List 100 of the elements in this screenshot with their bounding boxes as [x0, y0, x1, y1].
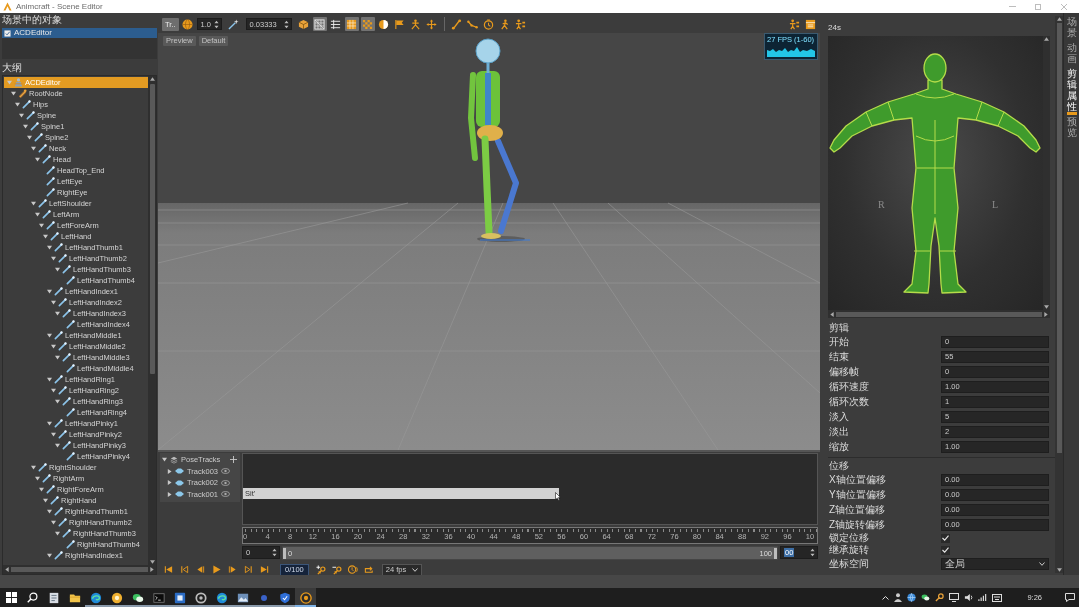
scene-object-item[interactable]: ACDEditor — [2, 28, 157, 38]
eye-icon[interactable] — [221, 491, 230, 498]
caret-icon[interactable] — [31, 465, 36, 470]
joint-button[interactable] — [408, 17, 423, 31]
caret-icon[interactable] — [43, 498, 48, 503]
caret-icon[interactable] — [27, 135, 32, 140]
caret-icon[interactable] — [47, 333, 52, 338]
caret-icon[interactable] — [47, 509, 52, 514]
taskbar-app[interactable] — [295, 588, 316, 607]
scrollbar-thumb[interactable] — [11, 567, 148, 572]
caret-icon[interactable] — [19, 113, 24, 118]
sphere-button[interactable] — [180, 17, 195, 31]
caret-icon[interactable] — [51, 388, 56, 393]
caret-icon[interactable] — [55, 267, 60, 272]
caret-icon[interactable] — [39, 223, 44, 228]
caret-icon[interactable] — [43, 234, 48, 239]
side-tab[interactable]: 场景 — [1066, 16, 1077, 38]
caret-icon[interactable] — [15, 102, 20, 107]
checker-button[interactable] — [360, 17, 375, 31]
caret-icon[interactable] — [39, 487, 44, 492]
cube-button[interactable] — [296, 17, 311, 31]
checkbox[interactable] — [941, 545, 950, 555]
keyboard-icon[interactable] — [992, 593, 1003, 602]
panel-button[interactable] — [803, 17, 817, 31]
notification-icon[interactable] — [1065, 593, 1075, 602]
timer-button[interactable] — [481, 17, 496, 31]
caret-icon[interactable] — [55, 355, 60, 360]
key-edit-button[interactable] — [330, 563, 344, 576]
caret-icon[interactable] — [11, 91, 16, 96]
previous-key-button[interactable] — [178, 563, 191, 576]
figure-button[interactable] — [513, 17, 528, 31]
caret-icon[interactable] — [23, 124, 28, 129]
caret-icon[interactable] — [51, 256, 56, 261]
scrollbar-thumb[interactable] — [149, 84, 155, 374]
side-tab[interactable]: 预览 — [1066, 116, 1077, 138]
caret-icon[interactable] — [162, 457, 167, 463]
caret-icon[interactable] — [55, 443, 60, 448]
slider-handle[interactable] — [774, 547, 777, 559]
list-button[interactable] — [328, 17, 343, 31]
caret-icon[interactable] — [51, 432, 56, 437]
loop-button[interactable] — [362, 563, 376, 576]
clock-button[interactable] — [346, 563, 360, 576]
bone-button[interactable] — [449, 17, 464, 31]
step-forward-button[interactable] — [226, 563, 239, 576]
scrollbar[interactable] — [1055, 16, 1063, 573]
loop-icon — [364, 564, 375, 575]
next-key-button[interactable] — [242, 563, 255, 576]
side-tab[interactable]: 动画 — [1066, 42, 1077, 64]
caret-icon[interactable] — [55, 399, 60, 404]
chat-icon[interactable] — [921, 593, 931, 602]
caret-icon[interactable] — [47, 377, 52, 382]
network-icon[interactable] — [978, 593, 988, 602]
wand-button[interactable] — [226, 17, 241, 31]
move-button[interactable] — [424, 17, 439, 31]
eye-icon[interactable] — [221, 479, 230, 486]
chevron-up-icon[interactable] — [882, 595, 890, 600]
slider-handle[interactable] — [283, 547, 286, 559]
caret-icon[interactable] — [55, 531, 60, 536]
scrollbar[interactable] — [3, 565, 156, 574]
caret-icon[interactable] — [51, 344, 56, 349]
key-icon[interactable] — [935, 593, 945, 602]
caret-icon[interactable] — [35, 157, 40, 162]
caret-icon[interactable] — [35, 212, 40, 217]
caret-icon[interactable] — [47, 421, 52, 426]
scrollbar[interactable] — [1043, 36, 1050, 310]
caret-icon[interactable] — [167, 480, 172, 486]
caret-icon[interactable] — [47, 289, 52, 294]
globe-icon[interactable] — [907, 593, 917, 602]
caret-icon[interactable] — [51, 300, 56, 305]
person-icon[interactable] — [894, 593, 903, 602]
speaker-icon[interactable] — [964, 593, 974, 602]
eye-icon[interactable] — [221, 468, 230, 475]
caret-icon[interactable] — [51, 520, 56, 525]
dropdown[interactable]: 全局 — [941, 557, 1049, 570]
scrollbar-thumb[interactable] — [1056, 23, 1062, 453]
caret-icon[interactable] — [35, 476, 40, 481]
step-back-button[interactable] — [194, 563, 207, 576]
scrollbar-thumb[interactable] — [836, 311, 1042, 317]
figure-settings-button[interactable] — [787, 17, 801, 31]
scrollbar[interactable] — [828, 310, 1050, 318]
caret-icon[interactable] — [167, 468, 172, 474]
play-button[interactable] — [210, 563, 223, 576]
skip-back-button[interactable] — [162, 563, 175, 576]
caret-icon[interactable] — [167, 491, 172, 497]
checkbox[interactable] — [941, 533, 950, 543]
caret-icon[interactable] — [47, 553, 52, 558]
caret-icon[interactable] — [31, 201, 36, 206]
table-button[interactable] — [344, 17, 359, 31]
caret-icon[interactable] — [31, 146, 36, 151]
scrollbar[interactable] — [148, 76, 156, 565]
mesh-button[interactable] — [312, 17, 327, 31]
flag-button[interactable] — [392, 17, 407, 31]
half-circle-button[interactable] — [376, 17, 391, 31]
add-track-button[interactable] — [228, 454, 238, 465]
caret-icon[interactable] — [47, 245, 52, 250]
side-tab[interactable]: 剪辑属性 — [1066, 68, 1077, 112]
key-add-button[interactable] — [314, 563, 328, 576]
caret-icon[interactable] — [55, 311, 60, 316]
monitor-icon[interactable] — [949, 593, 960, 602]
skip-forward-button[interactable] — [258, 563, 271, 576]
